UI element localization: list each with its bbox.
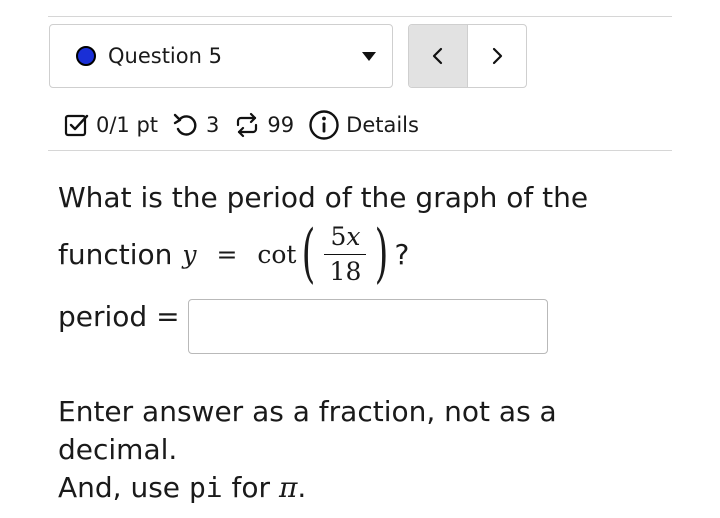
- question-meta: 0/1 pt 3 99 Details: [64, 108, 433, 142]
- hint-line2-end: .: [297, 471, 307, 504]
- answer-hint: Enter answer as a fraction, not as a dec…: [58, 393, 678, 507]
- repeat-icon: [237, 112, 258, 138]
- hint-line1: Enter answer as a fraction, not as a dec…: [58, 395, 557, 466]
- previous-question-button[interactable]: [409, 25, 468, 87]
- question-status-dot: [76, 46, 96, 66]
- left-paren: (: [302, 217, 316, 291]
- attempts-count: 3: [206, 113, 220, 137]
- details-label: Details: [346, 113, 419, 137]
- top-divider: [48, 16, 672, 17]
- hint-line2: And, use pi for π.: [58, 469, 678, 507]
- next-question-button[interactable]: [468, 25, 526, 87]
- attempts-info: 3: [172, 112, 219, 138]
- score-text: 0/1 pt: [96, 113, 159, 137]
- question-nav-buttons: [408, 24, 527, 88]
- fraction-numerator: 5x: [324, 221, 367, 255]
- dropdown-caret-icon: [362, 51, 376, 61]
- math-function: cot: [257, 239, 297, 269]
- hint-line2-mid: for: [222, 471, 279, 504]
- checkbox-icon: [64, 114, 89, 137]
- question-select-label: Question 5: [108, 44, 222, 68]
- math-expression: y = cot: [182, 240, 296, 269]
- question-text-line2: function y = cot ( 5x 18 ) ?: [58, 214, 409, 294]
- hint-code: pi: [188, 471, 223, 504]
- question-text-prefix: function: [58, 237, 173, 271]
- retry-icon: [173, 113, 197, 136]
- meta-divider: [48, 150, 672, 151]
- right-paren: ): [375, 217, 389, 291]
- hint-line2-prefix: And, use: [58, 471, 189, 504]
- chevron-left-icon: [432, 47, 443, 65]
- details-button[interactable]: Details: [308, 109, 419, 141]
- answer-row: period =: [58, 300, 180, 333]
- period-answer-input[interactable]: [188, 299, 548, 354]
- math-variable: y: [182, 239, 197, 269]
- question-mark: ?: [394, 237, 410, 271]
- numerator-coef: 5: [330, 221, 347, 251]
- question-select[interactable]: Question 5: [49, 24, 393, 88]
- numerator-var: x: [346, 221, 361, 251]
- math-equals: =: [216, 239, 238, 269]
- math-fraction: 5x 18: [324, 221, 367, 287]
- info-icon: [309, 110, 339, 140]
- chevron-right-icon: [492, 47, 503, 65]
- score-info: 0/1 pt: [64, 112, 158, 138]
- pi-symbol: π: [278, 471, 298, 504]
- versions-count: 99: [267, 113, 295, 137]
- answer-label: period =: [58, 300, 180, 333]
- versions-info: 99: [233, 112, 294, 138]
- fraction-denominator: 18: [329, 256, 362, 286]
